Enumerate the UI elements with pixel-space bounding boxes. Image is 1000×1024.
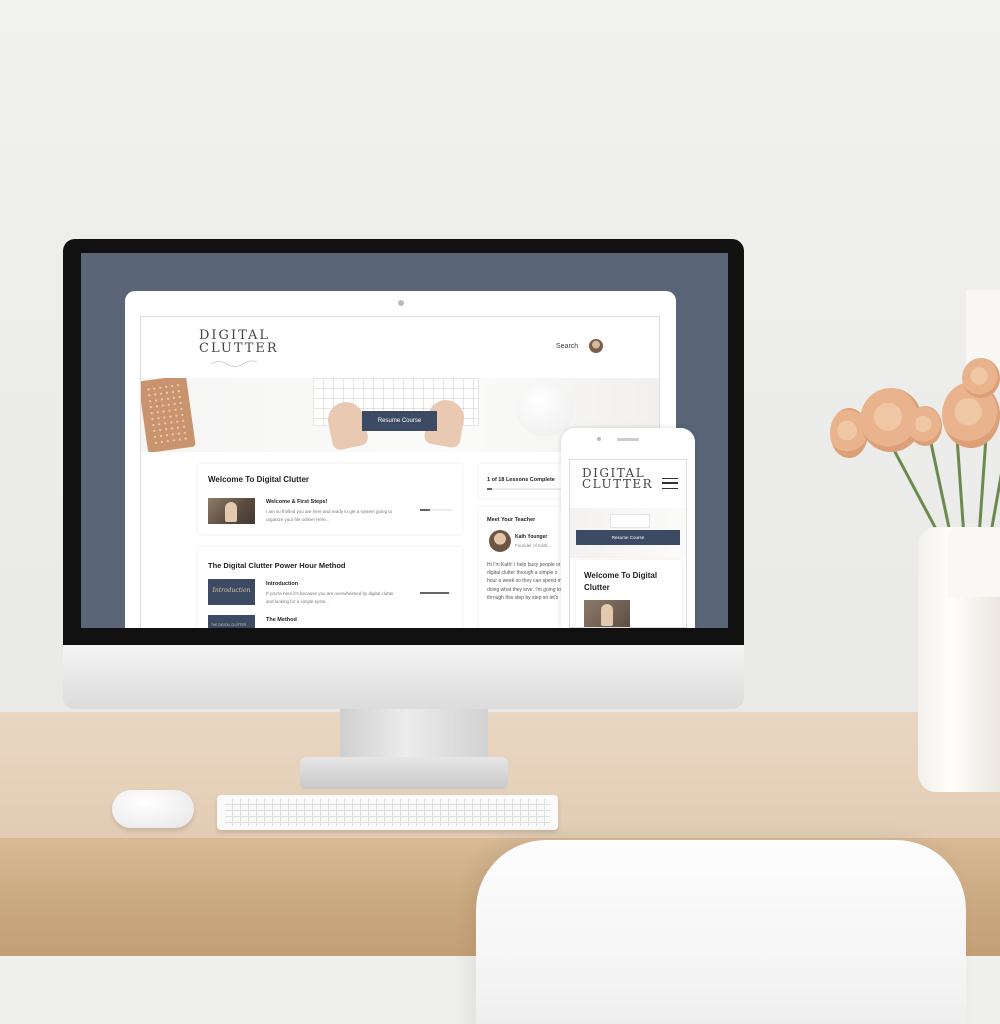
thumbnail-label: THE DIGITAL CLUTTER [211,623,246,627]
phone-logo-line-2: CLUTTER [582,477,654,491]
mouse-image [516,382,574,436]
desk-keyboard [217,795,558,830]
lesson-desc-line: I am so thrilled you are here and ready … [266,509,393,514]
phone-speaker [617,438,639,441]
logo-script-mark [210,360,258,367]
bio-line: digital clutter through a simple s [487,570,558,577]
site-logo[interactable]: DIGITAL CLUTTER [199,329,279,355]
phone-module-title: Welcome To Digital Clutter [584,571,658,592]
lesson-title[interactable]: Welcome & First Steps! [266,499,327,505]
monitor-stand-foot [300,757,508,789]
nav-search-link[interactable]: Search [556,343,578,350]
teacher-role: Founder of Kath... [515,543,552,548]
lesson-title[interactable]: The Method [266,617,297,623]
teacher-heading: Meet Your Teacher [487,517,536,523]
lesson-progress-fill [420,592,449,594]
teacher-name: Kath Younger [515,534,548,540]
lesson-thumbnail[interactable]: Introduction [208,579,255,605]
lesson-progress-bar [420,509,452,511]
magic-mouse [112,790,194,828]
hamburger-menu-icon[interactable] [662,478,678,489]
lesson-description: I am so thrilled you are here and ready … [266,508,416,524]
logo-line-2: CLUTTER [199,341,279,356]
keyboard-keys [225,799,550,826]
ranunculus-flower [908,406,942,446]
ranunculus-flower [962,358,1000,398]
phone-device: DIGITAL CLUTTER Resume Course Welcome To… [561,428,695,628]
lesson-thumbnail[interactable] [208,498,255,524]
module-card: The Digital Clutter Power Hour Method In… [198,547,462,628]
phone-module-card: Welcome To Digital Clutter [576,560,682,627]
resume-course-button[interactable]: Resume Course [362,411,437,431]
bio-line: doing what they love. I'm going to [487,586,562,593]
phone-resume-course-button[interactable]: Resume Course [576,530,680,545]
lesson-progress-fill [420,509,430,511]
lesson-desc-line: If you're here it's because you are over… [266,591,394,596]
thumbnail-label: Introduction [212,587,251,594]
notebook-image [141,378,196,452]
module-title: Welcome To Digital Clutter [208,475,310,484]
lesson-thumbnail[interactable]: THE DIGITAL CLUTTER [208,615,255,628]
module-title: The Digital Clutter Power Hour Method [208,561,346,570]
monitor-stand-neck [340,709,488,761]
lesson-title[interactable]: Introduction [266,581,298,587]
bio-line: through this step by step so let's [487,594,559,601]
lesson-description: If you're here it's because you are over… [266,590,416,606]
teacher-bio: Hi I'm Kath! I help busy people or digit… [487,561,567,602]
vase-lip [948,527,1000,597]
phone-camera [597,437,601,441]
lesson-progress-bar [420,592,452,594]
teacher-avatar [489,530,511,552]
user-avatar[interactable] [589,339,603,353]
lessons-complete-text: 1 of 18 Lessons Complete [487,477,555,483]
module-card: Welcome To Digital Clutter Welcome & Fir… [198,464,462,534]
bio-line: Hi I'm Kath! I help busy people or [487,562,561,568]
white-chair [476,840,966,1024]
lesson-desc-line: and looking for a simple syste... [266,599,330,604]
phone-logo[interactable]: DIGITAL CLUTTER [582,467,654,491]
phone-lesson-thumbnail[interactable] [584,600,630,627]
course-progress-fill [487,488,493,490]
phone-screen: DIGITAL CLUTTER Resume Course Welcome To… [569,459,687,628]
bio-line: hour a week so they can spend m [487,578,562,585]
lesson-desc-line: organize your file online! Here... [266,517,330,522]
tablet-camera [398,300,404,306]
monitor-chin [63,645,744,709]
